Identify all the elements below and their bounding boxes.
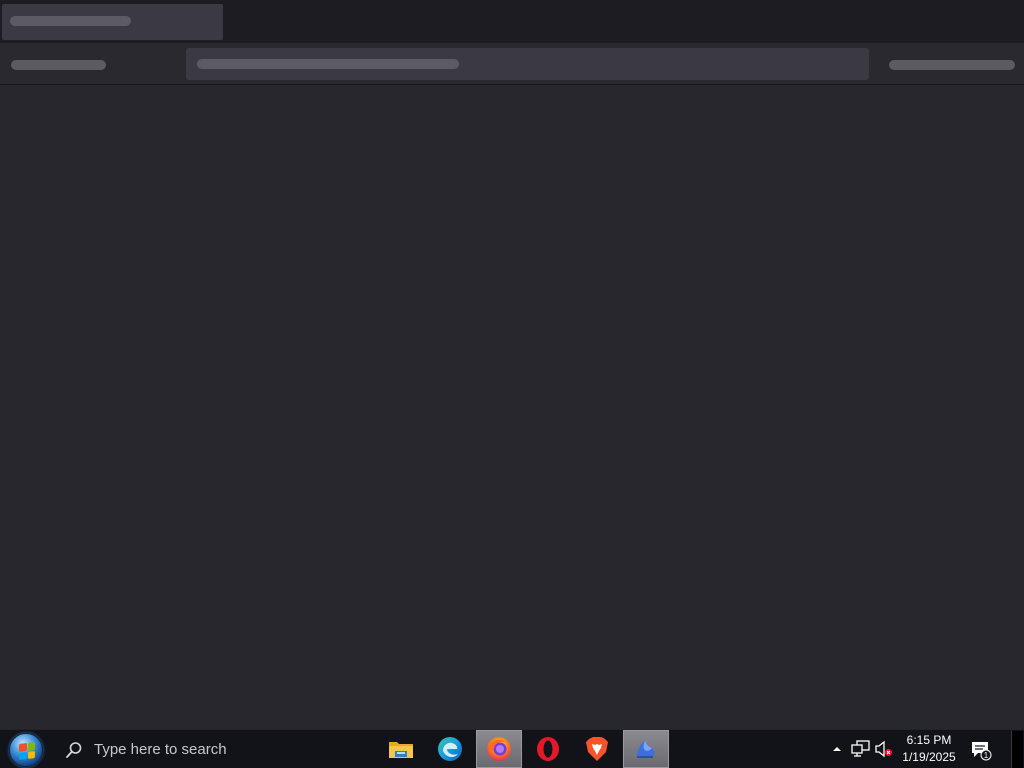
tray-network[interactable] [851,739,871,759]
search-icon [65,741,83,759]
clock-date: 1/19/2025 [902,750,956,764]
start-button[interactable] [6,731,46,768]
chevron-up-icon [833,747,841,751]
windows-orb-icon [9,732,43,767]
browser-toolbar [0,43,1024,85]
tab-strip [0,0,1024,43]
taskbar: Type here to search 6:15 PM 1/19/2025 1 [0,729,1024,768]
tray-volume[interactable] [874,739,894,759]
taskbar-app-edge[interactable] [427,730,473,768]
show-desktop-button[interactable] [1011,731,1023,768]
edge-icon [438,737,462,761]
clock-time: 6:15 PM [906,733,952,747]
tray-clock[interactable]: 6:15 PM 1/19/2025 [899,732,959,767]
firefox-icon [487,737,511,761]
taskbar-app-file-explorer[interactable] [378,730,424,768]
page-content [0,86,1024,729]
tab-title-skeleton [10,16,131,26]
notification-icon: 1 [972,742,992,761]
address-text-skeleton [197,59,459,69]
search-placeholder: Type here to search [94,741,227,758]
network-icon [851,740,870,757]
opera-icon [537,737,559,761]
taskbar-app-firefox[interactable] [476,730,522,768]
tray-expand-button[interactable] [830,742,844,756]
folder-icon [389,742,413,758]
taskbar-app-blue[interactable] [623,730,669,768]
browser-window [0,0,1024,729]
notification-count: 1 [984,751,989,760]
brave-icon [586,737,608,761]
volume-muted-icon [875,740,893,758]
taskbar-app-opera[interactable] [525,730,571,768]
action-center-button[interactable]: 1 [970,739,992,761]
nav-buttons-skeleton [11,60,106,70]
toolbar-actions-skeleton [889,60,1015,70]
taskbar-search[interactable]: Type here to search [58,731,358,768]
address-bar[interactable] [186,48,869,80]
taskbar-app-brave[interactable] [574,730,620,768]
blue-app-icon [637,740,655,758]
tab-placeholder[interactable] [2,4,223,40]
